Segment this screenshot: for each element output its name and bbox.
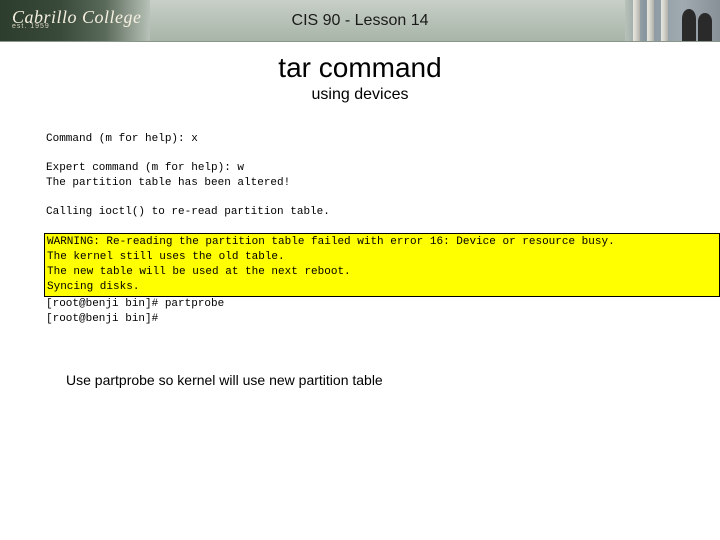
terminal-line: Calling ioctl() to re-read partition tab… [46,205,680,220]
instruction-note: Use partprobe so kernel will use new par… [66,372,700,388]
terminal-line: The partition table has been altered! [46,176,680,191]
terminal-line: Command (m for help): x [46,132,680,147]
slide-title: tar command [20,52,700,84]
terminal-output: Command (m for help): x Expert command (… [46,132,680,326]
slide-content: tar command using devices Command (m for… [0,42,720,388]
warning-line: Syncing disks. [47,280,717,295]
terminal-block: Expert command (m for help): w The parti… [46,161,680,191]
course-title: CIS 90 - Lesson 14 [292,12,429,30]
terminal-line: [root@benji bin]# partprobe [46,297,680,312]
logo-text-sub: est. 1959 [12,25,150,30]
slide-subtitle: using devices [20,86,700,104]
slide-header: Cabrillo College est. 1959 CIS 90 - Less… [0,0,720,42]
terminal-line: Expert command (m for help): w [46,161,680,176]
terminal-line: [root@benji bin]# [46,312,680,327]
terminal-block: [root@benji bin]# partprobe [root@benji … [46,297,680,327]
logo-text-main: Cabrillo College [12,11,150,24]
header-decoration [625,0,720,41]
college-logo: Cabrillo College est. 1959 [0,0,150,41]
warning-line: The new table will be used at the next r… [47,265,717,280]
warning-line: The kernel still uses the old table. [47,250,717,265]
warning-line: WARNING: Re-reading the partition table … [47,235,717,250]
warning-highlight: WARNING: Re-reading the partition table … [44,233,720,296]
